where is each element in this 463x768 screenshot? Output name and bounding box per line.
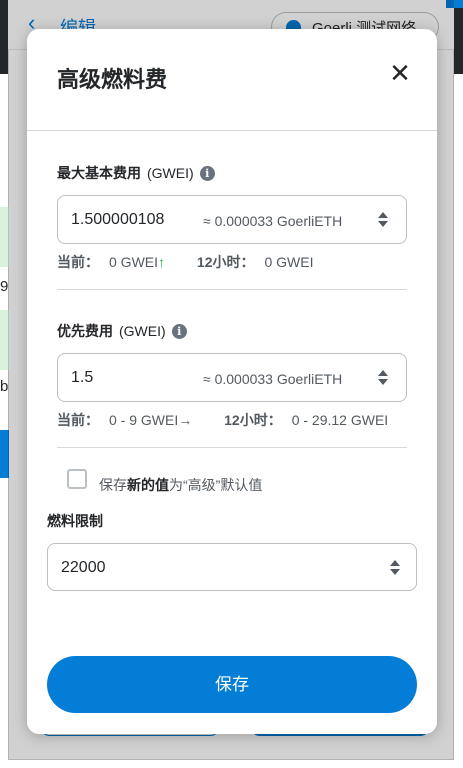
priority-fee-conversion: ≈ 0.000033 GoerliETH (203, 371, 343, 387)
priority-fee-stats: 当前： 0 - 9 GWEI→ 12小时： 0 - 29.12 GWEI (57, 410, 388, 430)
max-base-fee-label-text: 最大基本费用 (57, 165, 141, 181)
twelve-hour-value: 0 - 29.12 GWEI (291, 412, 389, 428)
arrow-up-icon: ↑ (158, 254, 166, 270)
max-base-fee-stats: 当前： 0 GWEI↑ 12小时： 0 GWEI (57, 252, 314, 272)
stepper-icon[interactable] (376, 210, 390, 230)
priority-fee-label: 优先费用 (GWEI) i (57, 321, 187, 341)
save-default-bold: 新的值 (127, 477, 169, 493)
info-icon[interactable]: i (171, 324, 187, 339)
twelve-hour-value: 0 GWEI (264, 254, 314, 270)
gas-limit-input[interactable]: 22000 (47, 543, 417, 591)
twelve-hour-label: 12小时： (196, 254, 255, 270)
priority-fee-label-text: 优先费用 (57, 323, 113, 339)
save-default-label: 保存新的值为“高级”默认值 (99, 475, 262, 495)
max-base-fee-unit: (GWEI) (147, 165, 194, 181)
save-button[interactable]: 保存 (47, 656, 417, 713)
modal-title: 高级燃料费 (57, 67, 168, 92)
current-label: 当前： (57, 254, 99, 270)
info-icon[interactable]: i (199, 166, 215, 181)
current-value: 0 GWEI (109, 254, 159, 270)
current-label: 当前： (57, 412, 99, 428)
max-base-fee-label: 最大基本费用 (GWEI) i (57, 163, 215, 183)
current-value: 0 - 9 GWEI (109, 412, 179, 428)
save-default-checkbox[interactable] (67, 469, 87, 489)
gas-limit-label: 燃料限制 (47, 513, 103, 529)
twelve-hour-label: 12小时： (224, 412, 282, 428)
save-default-prefix: 保存 (99, 477, 127, 493)
stepper-icon[interactable] (388, 558, 402, 578)
modal-header: 高级燃料费 ✕ (27, 29, 437, 131)
priority-fee-unit: (GWEI) (119, 323, 166, 339)
max-base-fee-conversion: ≈ 0.000033 GoerliETH (203, 213, 343, 229)
save-default-suffix: 为“高级”默认值 (169, 477, 263, 493)
close-icon[interactable]: ✕ (387, 60, 413, 86)
advanced-gas-fee-modal: 高级燃料费 ✕ 最大基本费用 (GWEI) i 1.500000108 ≈ 0.00… (27, 29, 437, 734)
max-base-fee-value: 1.500000108 (71, 211, 165, 228)
max-base-fee-input[interactable]: 1.500000108 ≈ 0.000033 GoerliETH (57, 195, 407, 244)
priority-fee-value: 1.5 (71, 369, 94, 386)
divider (57, 447, 407, 448)
arrow-right-icon: → (178, 412, 193, 428)
stepper-icon[interactable] (376, 368, 390, 388)
divider (57, 289, 407, 290)
priority-fee-input[interactable]: 1.5 ≈ 0.000033 GoerliETH (57, 353, 407, 402)
gas-limit-value: 22000 (61, 559, 106, 576)
